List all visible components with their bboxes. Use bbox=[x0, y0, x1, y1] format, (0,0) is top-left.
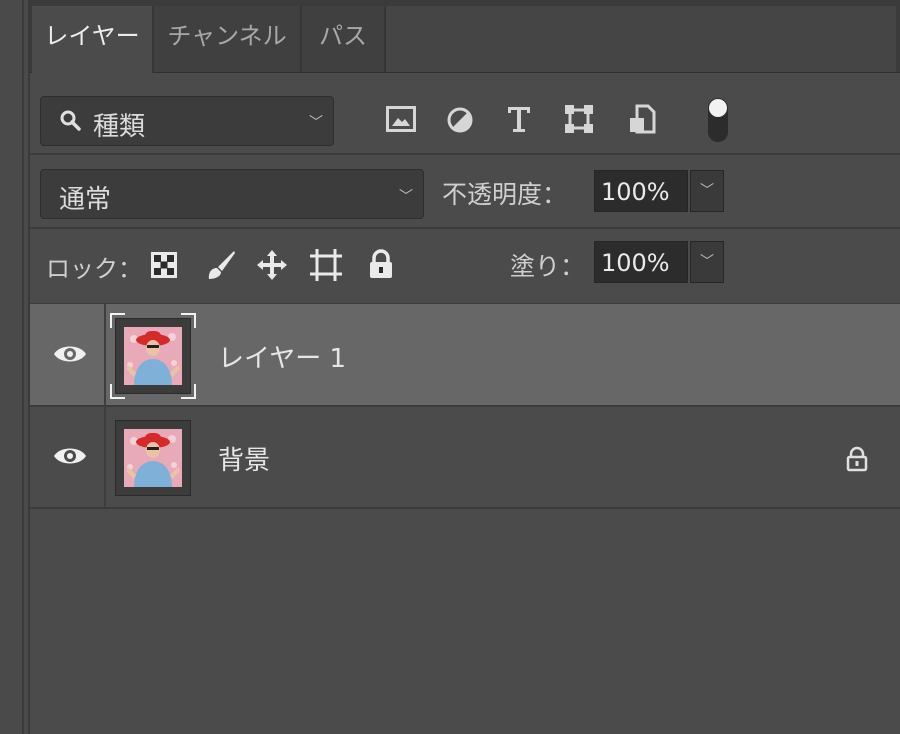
smart-object-filter-icon[interactable] bbox=[628, 104, 656, 138]
opacity-label: 不透明度： bbox=[442, 180, 568, 209]
lock-image-pixels-icon[interactable] bbox=[204, 249, 236, 285]
tab-channels[interactable]: チャンネル bbox=[154, 6, 302, 72]
layer-row[interactable]: 背景 bbox=[30, 406, 900, 509]
filter-kind-label: 種類 bbox=[93, 112, 146, 142]
layers-panel: レイヤー チャンネル パス 種類 ﹀ 通常 ﹀ 不透明度： 100% ﹀ ロック… bbox=[30, 0, 900, 734]
fill-input[interactable]: 100% bbox=[594, 241, 688, 283]
lock-label: ロック： bbox=[46, 255, 142, 283]
fill-label: 塗り： bbox=[510, 252, 586, 281]
opacity-dropdown-button[interactable]: ﹀ bbox=[690, 170, 724, 212]
blend-mode-select[interactable]: 通常 ﹀ bbox=[40, 169, 424, 219]
chevron-down-icon: ﹀ bbox=[309, 115, 323, 131]
shape-filter-icon[interactable] bbox=[564, 104, 594, 138]
lock-transparent-pixels-icon[interactable] bbox=[150, 251, 178, 283]
layer-name[interactable]: レイヤー 1 bbox=[218, 338, 346, 375]
lock-all-icon[interactable] bbox=[368, 249, 394, 283]
opacity-input[interactable]: 100% bbox=[594, 170, 688, 212]
lock-row: ロック： 塗り： 100% ﹀ bbox=[30, 229, 900, 305]
layer-row[interactable]: レイヤー 1 bbox=[30, 304, 900, 407]
tab-bar: レイヤー チャンネル パス bbox=[30, 0, 900, 73]
filter-kind-select[interactable]: 種類 ﹀ bbox=[40, 96, 334, 146]
layer-thumbnail[interactable] bbox=[115, 318, 191, 394]
image-filter-icon[interactable] bbox=[386, 106, 416, 136]
divider bbox=[104, 304, 106, 405]
chevron-down-icon: ﹀ bbox=[399, 189, 413, 205]
tab-layers[interactable]: レイヤー bbox=[32, 6, 154, 73]
lock-artboard-icon[interactable] bbox=[310, 249, 342, 285]
layer-thumbnail[interactable] bbox=[115, 420, 191, 496]
fill-dropdown-button[interactable]: ﹀ bbox=[690, 241, 724, 283]
edge-line bbox=[22, 0, 24, 734]
lock-icon[interactable] bbox=[846, 446, 868, 476]
panel-left-edge bbox=[0, 0, 30, 734]
adjustment-filter-icon[interactable] bbox=[446, 106, 474, 138]
blend-mode-label: 通常 bbox=[59, 185, 112, 215]
eye-icon[interactable] bbox=[52, 342, 88, 370]
divider bbox=[104, 406, 106, 507]
eye-icon[interactable] bbox=[52, 444, 88, 472]
blend-row: 通常 ﹀ 不透明度： 100% ﹀ bbox=[30, 155, 900, 229]
type-filter-icon[interactable] bbox=[506, 104, 532, 138]
layer-name[interactable]: 背景 bbox=[218, 440, 270, 477]
search-icon bbox=[59, 109, 81, 135]
lock-position-icon[interactable] bbox=[256, 249, 288, 285]
filter-toggle-icon[interactable] bbox=[706, 96, 730, 148]
tab-bar-empty bbox=[386, 6, 896, 72]
tab-paths[interactable]: パス bbox=[302, 6, 386, 72]
